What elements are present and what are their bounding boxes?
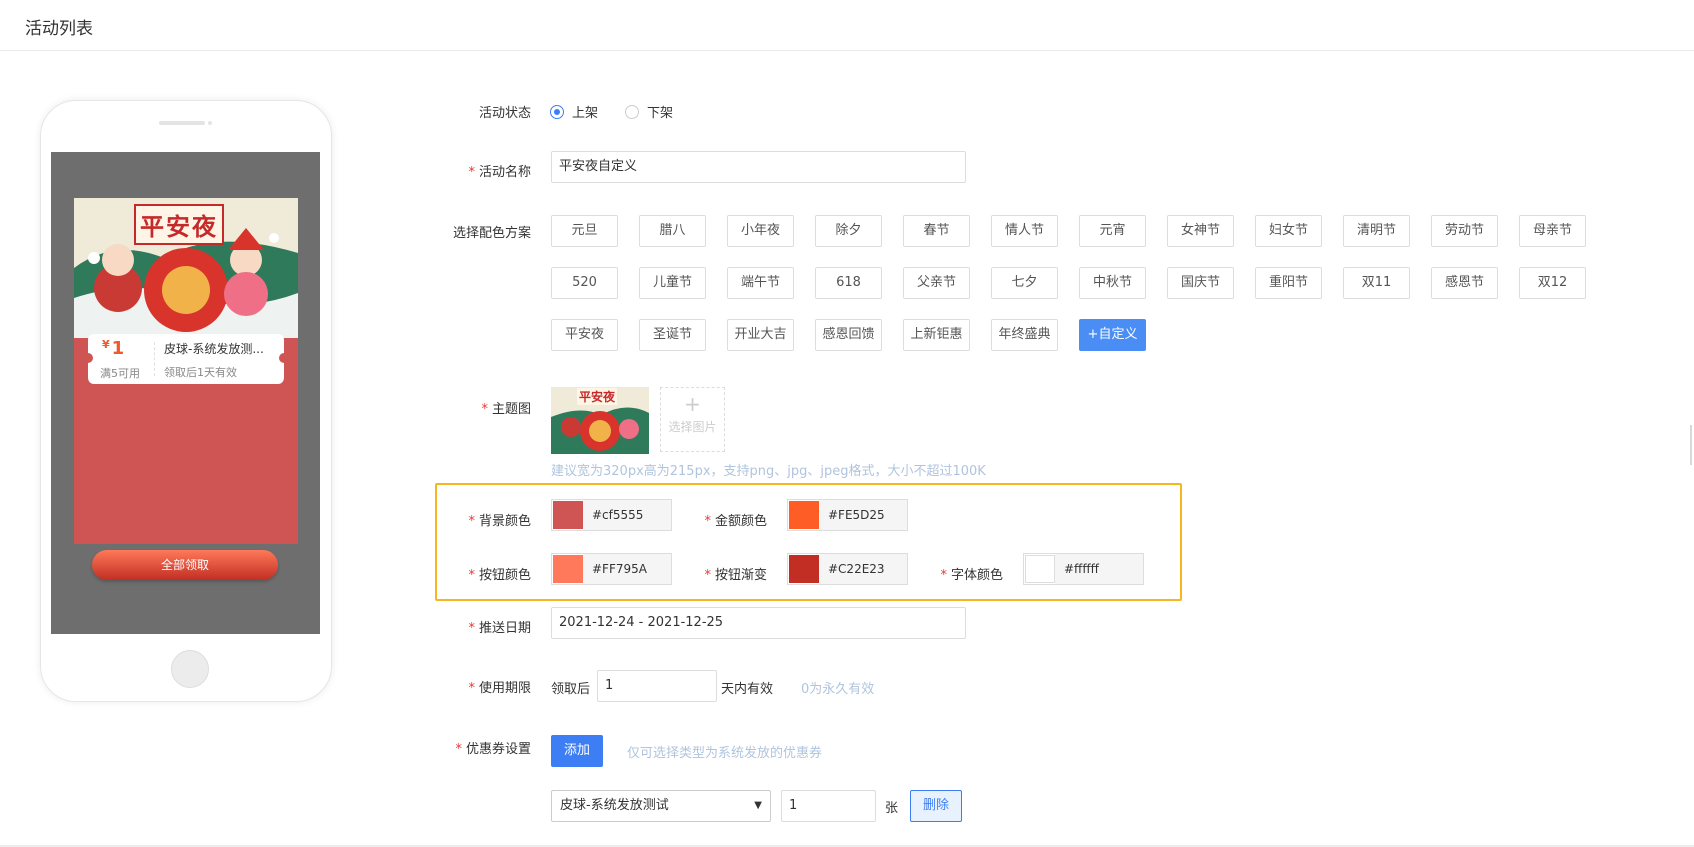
coupon-card: ¥1 满5可用 皮球-系统发放测... 领取后1天有效	[83, 334, 289, 384]
scheme-option-button[interactable]: 重阳节	[1255, 267, 1322, 299]
top-bar: 活动列表	[0, 0, 1694, 51]
phone-preview: 平安夜 ¥1 满5可用 皮球-系统发放测... 领取后1天有效 全部领取	[40, 100, 332, 702]
scheme-option-button[interactable]: 国庆节	[1167, 267, 1234, 299]
font-color-value[interactable]: #ffffff	[1055, 554, 1143, 584]
bg-color-swatch[interactable]	[553, 501, 583, 529]
theme-image-label: * 主题图	[481, 402, 531, 417]
scheme-option-button[interactable]: 圣诞节	[639, 319, 706, 351]
scheme-option-button[interactable]: 女神节	[1167, 215, 1234, 247]
coupon-quantity-unit: 张	[885, 801, 899, 816]
coupon-quantity-input[interactable]: 1	[781, 790, 876, 822]
amount-color-label: * 金额颜色	[704, 514, 767, 529]
activity-name-input[interactable]: 平安夜自定义	[551, 151, 966, 183]
scheme-option-button[interactable]: 520	[551, 267, 618, 299]
scheme-option-button[interactable]: 情人节	[991, 215, 1058, 247]
scheme-option-button[interactable]: 七夕	[991, 267, 1058, 299]
push-date-label: * 推送日期	[468, 621, 531, 636]
scheme-label: 选择配色方案	[452, 226, 531, 241]
scheme-option-button[interactable]: 父亲节	[903, 267, 970, 299]
scheme-option-button[interactable]: 妇女节	[1255, 215, 1322, 247]
scheme-option-button[interactable]: 双12	[1519, 267, 1586, 299]
scheme-option-button[interactable]: 母亲节	[1519, 215, 1586, 247]
font-color-label: * 字体颜色	[940, 568, 1003, 583]
amount-color-swatch[interactable]	[789, 501, 819, 529]
scheme-option-button[interactable]: 中秋节	[1079, 267, 1146, 299]
scheme-option-button[interactable]: 感恩节	[1431, 267, 1498, 299]
thumbnail-title: 平安夜	[577, 388, 618, 405]
gradient-color-swatch[interactable]	[789, 555, 819, 583]
poster-illustration: 平安夜	[74, 198, 298, 338]
coupon-divider	[154, 342, 155, 376]
scheme-option-button[interactable]: 元宵	[1079, 215, 1146, 247]
coupon-setting-hint: 仅可选择类型为系统发放的优惠券	[627, 746, 823, 761]
push-date-range-input[interactable]: 2021-12-24 - 2021-12-25	[551, 607, 966, 639]
plus-icon: +	[684, 392, 701, 416]
scheme-option-button[interactable]: 开业大吉	[727, 319, 794, 351]
status-radio-on[interactable]: 上架	[550, 102, 598, 121]
button-color-label: * 按钮颜色	[468, 568, 531, 583]
font-color-swatch[interactable]	[1025, 555, 1055, 583]
theme-image-thumbnail[interactable]: 平安夜	[551, 387, 649, 454]
usage-label: * 使用期限	[468, 681, 531, 696]
radio-unchecked-icon	[625, 104, 639, 119]
coupon-validity: 领取后1天有效	[164, 366, 237, 379]
scheme-option-button[interactable]: 除夕	[815, 215, 882, 247]
phone-screen: 平安夜 ¥1 满5可用 皮球-系统发放测... 领取后1天有效 全部领取	[51, 152, 320, 634]
scrollbar-edge[interactable]	[1690, 425, 1692, 465]
usage-hint: 0为永久有效	[801, 682, 875, 697]
coupon-setting-label: * 优惠券设置	[455, 742, 531, 757]
upload-image-button[interactable]: + 选择图片	[660, 387, 725, 452]
scheme-option-button[interactable]: 春节	[903, 215, 970, 247]
scheme-option-button[interactable]: 平安夜	[551, 319, 618, 351]
scheme-option-button[interactable]: 清明节	[1343, 215, 1410, 247]
delete-coupon-button[interactable]: 删除	[910, 790, 962, 822]
radio-checked-icon	[550, 104, 564, 119]
usage-days-input[interactable]: 1	[597, 670, 717, 702]
scheme-option-button[interactable]: 腊八	[639, 215, 706, 247]
usage-suffix: 天内有效	[721, 682, 774, 697]
status-radio-off[interactable]: 下架	[625, 102, 673, 121]
amount-color-value[interactable]: #FE5D25	[819, 500, 907, 530]
coupon-select[interactable]: 皮球-系统发放测试 ▼	[551, 790, 771, 822]
font-color-picker[interactable]: #ffffff	[1023, 553, 1144, 585]
status-label: 活动状态	[478, 106, 531, 121]
upload-text: 选择图片	[668, 420, 717, 434]
scheme-option-button[interactable]: 元旦	[551, 215, 618, 247]
bg-color-label: * 背景颜色	[468, 514, 531, 529]
amount-color-picker[interactable]: #FE5D25	[787, 499, 908, 531]
activity-poster: 平安夜 ¥1 满5可用 皮球-系统发放测... 领取后1天有效 全部领取	[74, 198, 298, 580]
page-title: 活动列表	[25, 19, 93, 39]
gradient-color-label: * 按钮渐变	[704, 568, 767, 583]
scheme-option-button[interactable]: +自定义	[1079, 319, 1146, 351]
scheme-option-button[interactable]: 端午节	[727, 267, 794, 299]
theme-image-hint: 建议宽为320px高为215px，支持png、jpg、jpeg格式，大小不超过1…	[551, 464, 986, 479]
scheme-option-button[interactable]: 上新钜惠	[903, 319, 970, 351]
usage-prefix: 领取后	[551, 682, 591, 697]
coupon-notch-right	[279, 353, 289, 363]
coupon-notch-left	[83, 353, 93, 363]
coupon-name: 皮球-系统发放测...	[164, 342, 264, 356]
phone-camera	[208, 121, 212, 125]
scheme-option-button[interactable]: 儿童节	[639, 267, 706, 299]
phone-home-button	[171, 650, 209, 688]
scheme-option-button[interactable]: 618	[815, 267, 882, 299]
coupon-amount: ¥1	[102, 338, 125, 359]
scheme-option-button[interactable]: 双11	[1343, 267, 1410, 299]
chevron-down-icon: ▼	[754, 800, 762, 811]
name-label: * 活动名称	[468, 165, 531, 180]
phone-speaker	[159, 121, 205, 125]
poster-title: 平安夜	[134, 204, 224, 245]
scheme-option-button[interactable]: 感恩回馈	[815, 319, 882, 351]
button-color-swatch[interactable]	[553, 555, 583, 583]
scheme-option-button[interactable]: 小年夜	[727, 215, 794, 247]
scheme-option-button[interactable]: 劳动节	[1431, 215, 1498, 247]
add-coupon-button[interactable]: 添加	[551, 735, 603, 767]
scheme-option-button[interactable]: 年终盛典	[991, 319, 1058, 351]
coupon-condition: 满5可用	[100, 367, 140, 380]
claim-all-button[interactable]: 全部领取	[92, 550, 278, 580]
